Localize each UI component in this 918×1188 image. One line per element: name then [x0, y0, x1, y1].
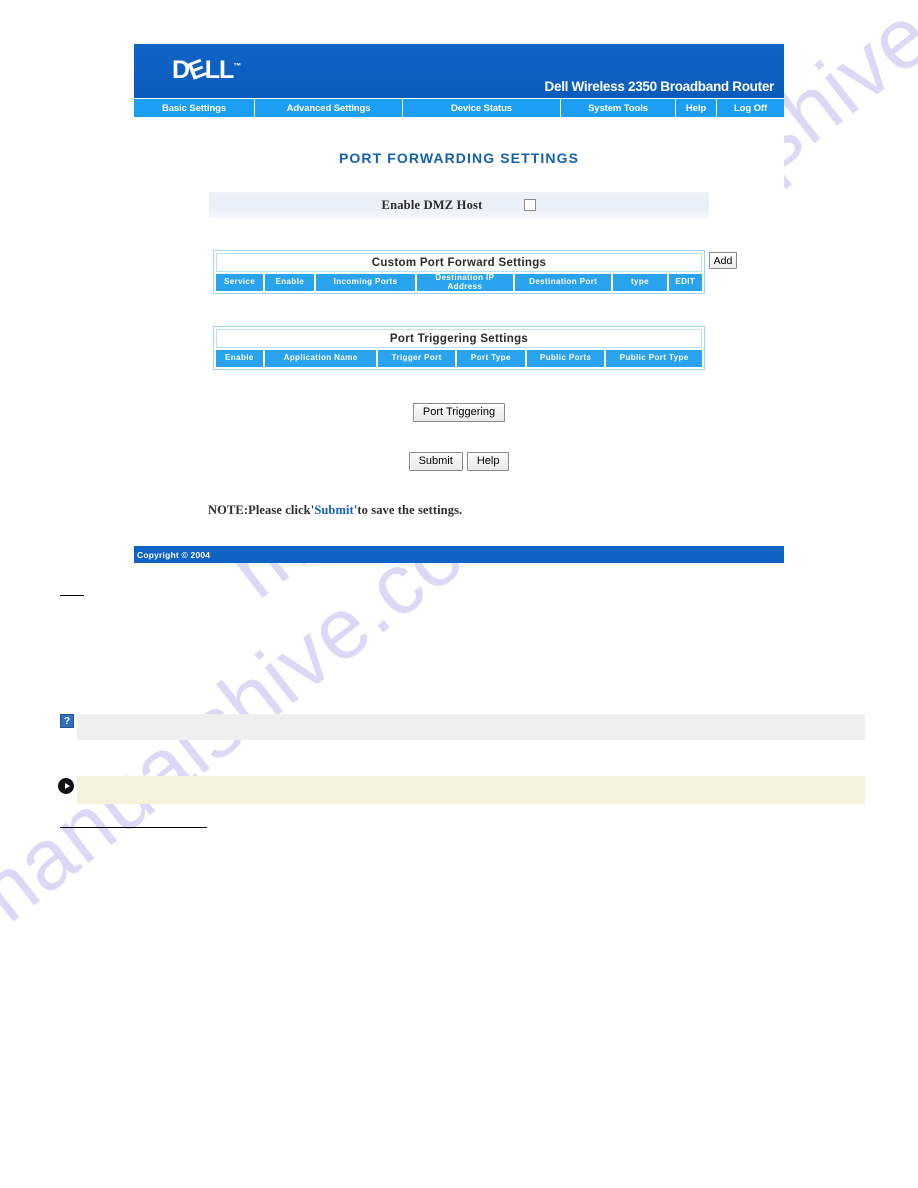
- column-header-edit[interactable]: EDIT: [668, 274, 702, 291]
- column-header-enable[interactable]: Enable: [265, 274, 315, 291]
- copyright-text: Copyright © 2004: [137, 549, 211, 560]
- note-submit-link[interactable]: Submit: [314, 503, 354, 517]
- ui-header-banner: DELL™ Dell Wireless 2350 Broadband Route…: [134, 44, 784, 98]
- custom-port-forward-caption: Custom Port Forward Settings: [216, 253, 702, 272]
- column-header-trigger-port[interactable]: Trigger Port: [378, 350, 456, 367]
- help-button[interactable]: Help: [466, 452, 510, 472]
- column-header-enable[interactable]: Enable: [216, 350, 263, 367]
- main-navigation: Basic Settings Advanced Settings Device …: [134, 98, 784, 117]
- custom-port-forward-header-row: Service Enable Incoming Ports Destinatio…: [216, 273, 702, 291]
- note-text: NOTE:Please click'Submit'to save the set…: [208, 503, 784, 518]
- ui-content: PORT FORWARDING SETTINGS Enable DMZ Host…: [134, 117, 784, 525]
- column-header-port-type[interactable]: Port Type: [457, 350, 525, 367]
- trademark-icon: ™: [233, 61, 242, 71]
- port-triggering-button[interactable]: Port Triggering: [412, 403, 506, 423]
- arrow-right-icon[interactable]: [58, 778, 74, 794]
- column-header-incoming-ports[interactable]: Incoming Ports: [316, 274, 415, 291]
- help-callout: ?: [60, 714, 865, 740]
- note-prefix: NOTE:Please click': [208, 503, 315, 518]
- nav-basic-settings[interactable]: Basic Settings: [134, 99, 255, 117]
- nav-system-tools[interactable]: System Tools: [561, 99, 676, 117]
- column-header-destination-port[interactable]: Destination Port: [515, 274, 612, 291]
- help-callout-bar: [77, 714, 865, 740]
- submit-button[interactable]: Submit: [408, 452, 463, 472]
- enable-dmz-host-checkbox[interactable]: [524, 199, 537, 211]
- dmz-host-row: Enable DMZ Host: [209, 192, 709, 218]
- add-button[interactable]: Add: [709, 252, 737, 269]
- nav-help[interactable]: Help: [676, 99, 717, 117]
- column-header-public-port-type[interactable]: Public Port Type: [606, 350, 702, 367]
- nav-device-status[interactable]: Device Status: [403, 99, 561, 117]
- port-triggering-button-row: Port Triggering: [134, 402, 784, 423]
- product-name: Dell Wireless 2350 Broadband Router: [544, 79, 775, 94]
- column-header-application-name[interactable]: Application Name: [264, 350, 377, 367]
- note-callout: [58, 776, 865, 804]
- port-triggering-block: Port Triggering Settings Enable Applicat…: [213, 326, 705, 370]
- dell-logo: DELL™: [172, 54, 242, 86]
- page-title: PORT FORWARDING SETTINGS: [338, 150, 580, 166]
- custom-port-forward-table: Custom Port Forward Settings Service Ena…: [213, 250, 705, 294]
- port-triggering-header-row: Enable Application Name Trigger Port Por…: [216, 350, 702, 367]
- port-triggering-caption: Port Triggering Settings: [216, 329, 702, 348]
- column-header-destination-ip-address[interactable]: Destination IP Address: [416, 273, 514, 291]
- horizontal-rule-long: [60, 827, 207, 828]
- note-suffix: 'to save the settings.: [353, 503, 463, 518]
- form-action-button-row: Submit Help: [134, 451, 784, 472]
- nav-log-off[interactable]: Log Off: [717, 99, 784, 117]
- document-page: DELL™ Dell Wireless 2350 Broadband Route…: [0, 0, 918, 1188]
- column-header-type[interactable]: type: [613, 274, 667, 291]
- question-mark-icon[interactable]: ?: [60, 714, 74, 728]
- horizontal-rule-short: [60, 595, 84, 596]
- router-web-ui: DELL™ Dell Wireless 2350 Broadband Route…: [134, 44, 784, 564]
- ui-footer: Copyright © 2004: [134, 546, 784, 564]
- dmz-host-label: Enable DMZ Host: [381, 197, 483, 212]
- column-header-public-ports[interactable]: Public Ports: [526, 350, 605, 367]
- custom-port-forward-block: Custom Port Forward Settings Service Ena…: [213, 250, 737, 294]
- column-header-service[interactable]: Service: [216, 274, 264, 291]
- note-callout-bar: [77, 776, 865, 804]
- port-triggering-table: Port Triggering Settings Enable Applicat…: [213, 326, 705, 370]
- nav-advanced-settings[interactable]: Advanced Settings: [255, 99, 403, 117]
